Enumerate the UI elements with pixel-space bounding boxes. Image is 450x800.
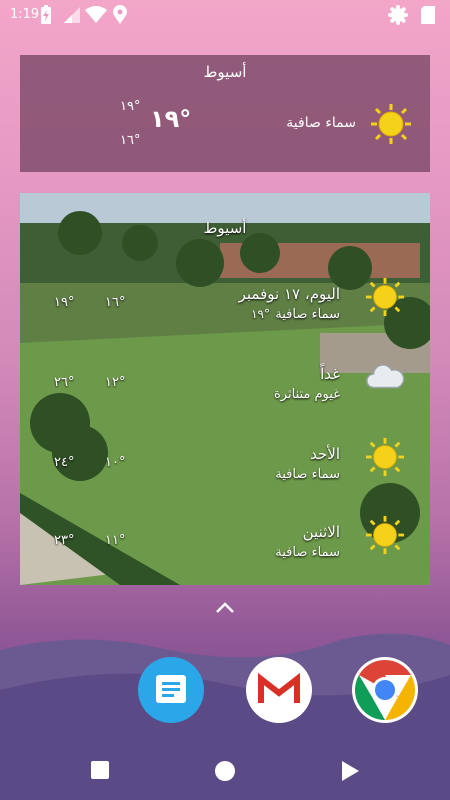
nav-bar <box>0 745 450 800</box>
day-high: ١٦° <box>105 295 126 310</box>
day-condition: سماء صافية <box>275 467 340 482</box>
signal-icon <box>64 7 80 23</box>
status-bar: 1:19 <box>0 0 450 30</box>
triangle-icon[interactable] <box>340 760 360 782</box>
day-high: ١١° <box>105 533 126 548</box>
weather-widget-forecast[interactable]: أسيوط اليوم، ١٧ نوفمبر سماء صافية ١٩° ١٦… <box>20 193 430 585</box>
day-high: ١٢° <box>105 375 126 390</box>
day-condition: سماء صافية <box>275 307 340 322</box>
forecast-row-monday: الاثنين سماء صافية ١١° ٢٣° <box>20 515 430 583</box>
city-name: أسيوط <box>203 63 247 81</box>
app-drawer-chevron-icon[interactable] <box>214 601 236 615</box>
forecast-row-today: اليوم، ١٧ نوفمبر سماء صافية ١٩° ١٦° ١٩° <box>20 277 430 345</box>
day-low: ٢٦° <box>54 375 75 390</box>
day-high: ١٠° <box>105 455 126 470</box>
location-icon <box>113 5 127 24</box>
day-low: ٢٤° <box>54 455 75 470</box>
weather-widget-small[interactable]: أسيوط ١٩° ١٩° ١٦° سماء صافية <box>20 55 430 172</box>
forecast-row-tomorrow: غداً غيوم متناثرة ١٢° ٢٦° <box>20 364 430 425</box>
high-temp: ١٩° <box>120 99 141 114</box>
square-icon[interactable] <box>90 760 110 780</box>
battery-charging-icon <box>41 5 51 24</box>
current-temp: ١٩° <box>150 105 192 133</box>
settings-icon <box>388 5 408 25</box>
day-name: الأحد <box>310 445 340 463</box>
forecast-row-sunday: الأحد سماء صافية ١٠° ٢٤° <box>20 437 430 505</box>
day-name: غداً <box>320 365 340 383</box>
today-current-temp: ١٩° <box>251 307 270 321</box>
circle-icon[interactable] <box>214 760 236 782</box>
sd-card-icon <box>421 6 435 24</box>
messages-app-icon[interactable] <box>138 657 204 723</box>
day-condition: سماء صافية <box>275 545 340 560</box>
status-time: 1:19 <box>10 7 40 22</box>
day-condition: غيوم متناثرة <box>274 387 340 402</box>
sun-icon <box>365 515 405 555</box>
forecast-city: أسيوط <box>203 219 247 237</box>
day-low: ١٩° <box>54 295 75 310</box>
sun-icon <box>365 437 405 477</box>
condition-text: سماء صافية <box>286 115 356 131</box>
day-name: الاثنين <box>302 523 340 541</box>
sun-icon <box>371 104 411 144</box>
low-temp: ١٦° <box>120 133 141 148</box>
gmail-app-icon[interactable] <box>246 657 312 723</box>
day-low: ٢٣° <box>54 533 75 548</box>
cloud-icon <box>366 364 405 389</box>
chrome-app-icon[interactable] <box>352 657 418 723</box>
day-name: اليوم، ١٧ نوفمبر <box>238 285 340 303</box>
wifi-icon <box>85 6 107 23</box>
sun-icon <box>365 277 405 317</box>
